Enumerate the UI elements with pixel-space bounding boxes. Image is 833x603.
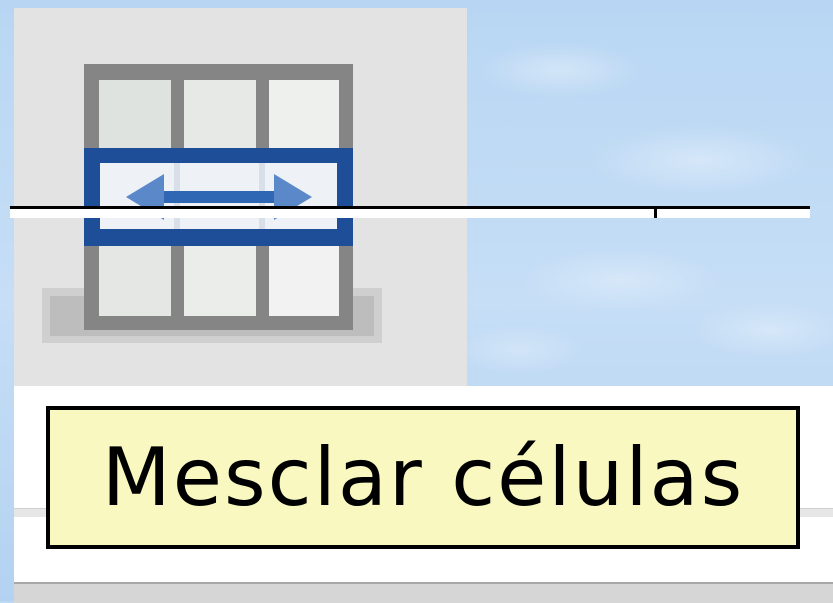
column-divider[interactable] <box>654 209 657 218</box>
merge-cells-tooltip: Mesclar células <box>46 406 800 549</box>
merge-cells-button[interactable] <box>14 8 467 386</box>
sheet-header-bar <box>14 582 833 603</box>
sheet-column-header[interactable] <box>10 206 810 218</box>
merge-cells-icon <box>42 64 382 343</box>
